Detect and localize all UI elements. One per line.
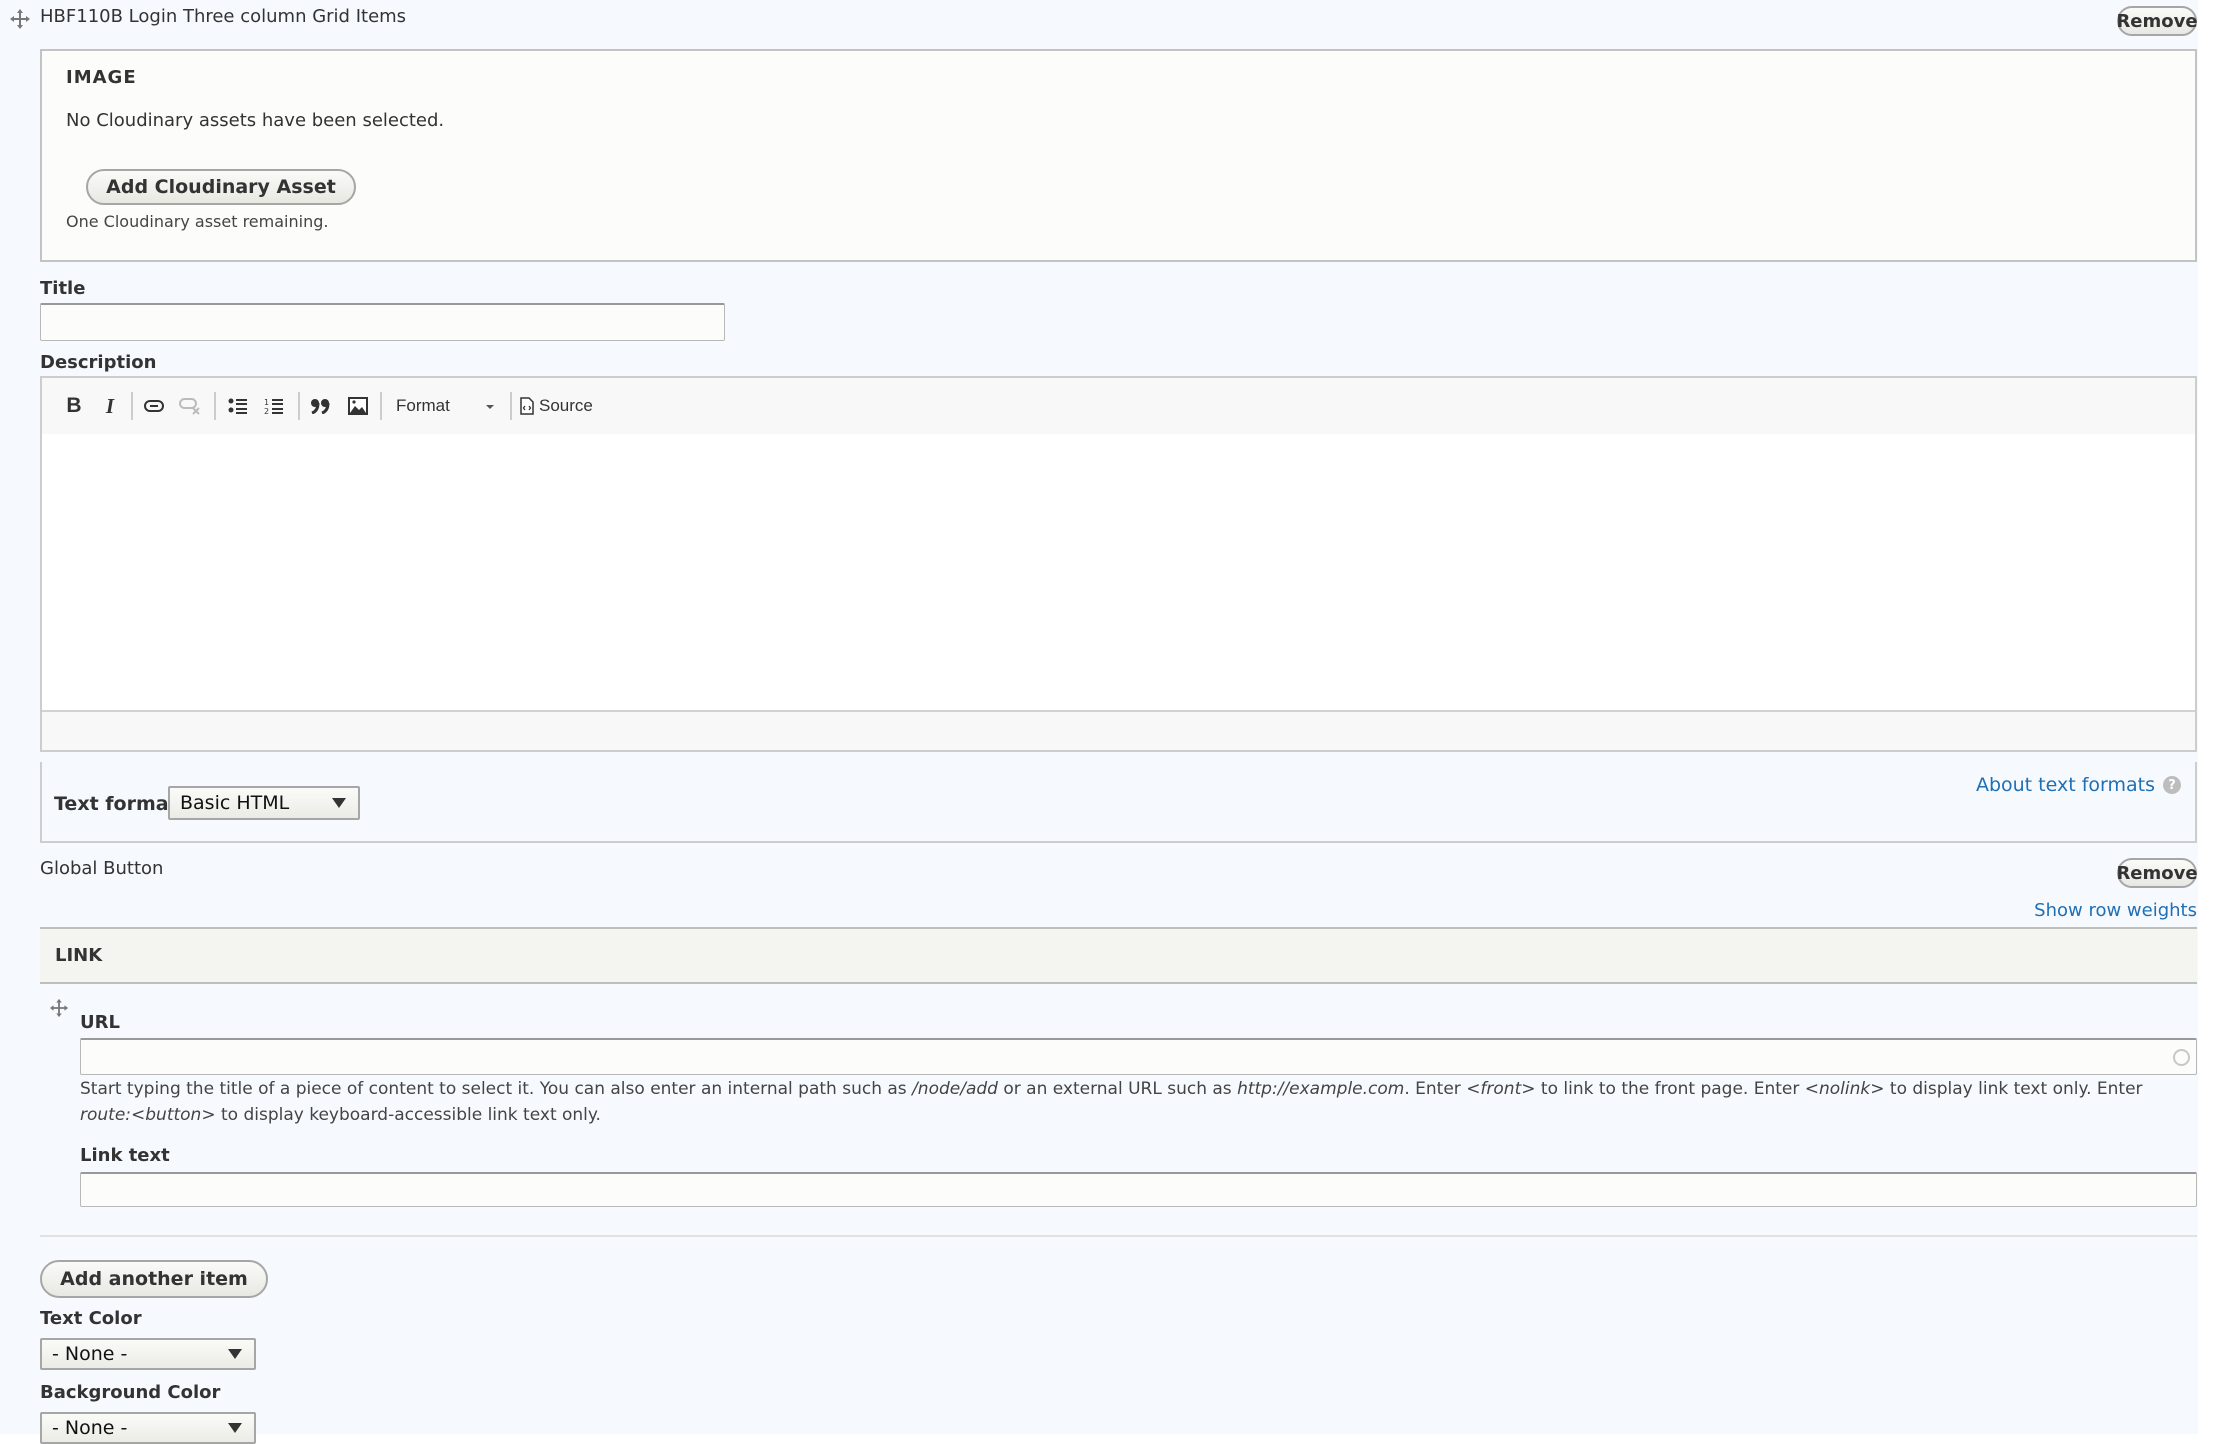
drag-handle-icon[interactable] (49, 998, 69, 1018)
italic-button[interactable]: I (96, 378, 124, 434)
add-another-item-button[interactable]: Add another item (40, 1260, 268, 1298)
url-input[interactable] (80, 1038, 2197, 1075)
svg-text:2: 2 (264, 407, 269, 415)
svg-text:1: 1 (264, 398, 269, 407)
remove-paragraph-button[interactable]: Remove (2116, 6, 2198, 36)
dropdown-arrow-icon (228, 1423, 242, 1433)
remove-global-button[interactable]: Remove (2116, 858, 2198, 888)
source-button[interactable]: Source (520, 378, 600, 434)
blockquote-button[interactable] (306, 378, 336, 434)
title-label: Title (40, 278, 86, 299)
autocomplete-throbber-icon (2173, 1049, 2190, 1066)
paragraph-form: HBF110B Login Three column Grid Items Re… (0, 0, 2198, 1444)
text-format-wrapper: Text format Basic HTML About text format… (40, 762, 2197, 843)
help-icon[interactable]: ? (2163, 776, 2181, 794)
url-label: URL (80, 1012, 120, 1033)
editor-content-area[interactable] (42, 434, 2195, 704)
toolbar-separator (214, 392, 216, 420)
toolbar-separator (131, 392, 133, 420)
about-text-formats-link[interactable]: About text formats (1976, 774, 2155, 796)
about-text-formats: About text formats ? (1976, 774, 2181, 796)
description-editor: B I 12 Format Source (40, 376, 2197, 752)
source-label: Source (539, 396, 593, 415)
source-icon (520, 397, 534, 415)
chevron-down-icon (486, 405, 494, 409)
text-color-select[interactable]: - None - (40, 1338, 256, 1370)
paragraph-title: HBF110B Login Three column Grid Items (40, 6, 407, 27)
drag-handle-icon[interactable] (9, 8, 31, 30)
image-fieldset: IMAGE No Cloudinary assets have been sel… (40, 49, 2197, 262)
link-icon (144, 400, 164, 412)
text-format-label: Text format (54, 793, 178, 815)
background-color-select[interactable]: - None - (40, 1412, 256, 1444)
image-button[interactable] (344, 378, 372, 434)
text-color-label: Text Color (40, 1308, 142, 1329)
unlink-button[interactable] (176, 378, 204, 434)
editor-toolbar: B I 12 Format Source (42, 378, 2195, 436)
link-text-label: Link text (80, 1145, 170, 1166)
image-status: No Cloudinary assets have been selected. (66, 110, 445, 131)
format-dropdown[interactable]: Format (388, 378, 500, 434)
description-label: Description (40, 352, 157, 373)
url-help-text: Start typing the title of a piece of con… (80, 1079, 2143, 1125)
editor-status-bar (42, 710, 2195, 750)
background-color-value: - None - (52, 1417, 128, 1439)
link-column-header: LINK (55, 945, 103, 966)
show-row-weights-link[interactable]: Show row weights (2034, 900, 2197, 921)
background-color-label: Background Color (40, 1382, 221, 1403)
text-format-select[interactable]: Basic HTML (168, 786, 360, 820)
numbered-list-button[interactable]: 12 (260, 378, 288, 434)
text-format-value: Basic HTML (180, 792, 290, 814)
link-table-header: LINK (40, 927, 2197, 984)
toolbar-separator (380, 392, 382, 420)
add-cloudinary-asset-button[interactable]: Add Cloudinary Asset (86, 169, 356, 205)
global-button-label: Global Button (40, 858, 164, 879)
title-input[interactable] (40, 303, 725, 341)
bulleted-list-button[interactable] (224, 378, 252, 434)
blockquote-icon (311, 399, 330, 414)
image-legend: IMAGE (66, 67, 137, 88)
bulleted-list-icon (228, 398, 247, 414)
image-icon (348, 397, 368, 415)
dropdown-arrow-icon (332, 798, 346, 808)
assets-remaining-text: One Cloudinary asset remaining. (66, 212, 329, 231)
text-color-value: - None - (52, 1343, 128, 1365)
format-label: Format (396, 396, 450, 415)
link-button[interactable] (140, 378, 168, 434)
bold-button[interactable]: B (60, 378, 88, 434)
row-divider (40, 1235, 2197, 1237)
unlink-icon (179, 398, 200, 415)
dropdown-arrow-icon (228, 1349, 242, 1359)
toolbar-separator (510, 392, 512, 420)
numbered-list-icon: 12 (264, 398, 283, 415)
link-text-input[interactable] (80, 1172, 2197, 1207)
toolbar-separator (298, 392, 300, 420)
